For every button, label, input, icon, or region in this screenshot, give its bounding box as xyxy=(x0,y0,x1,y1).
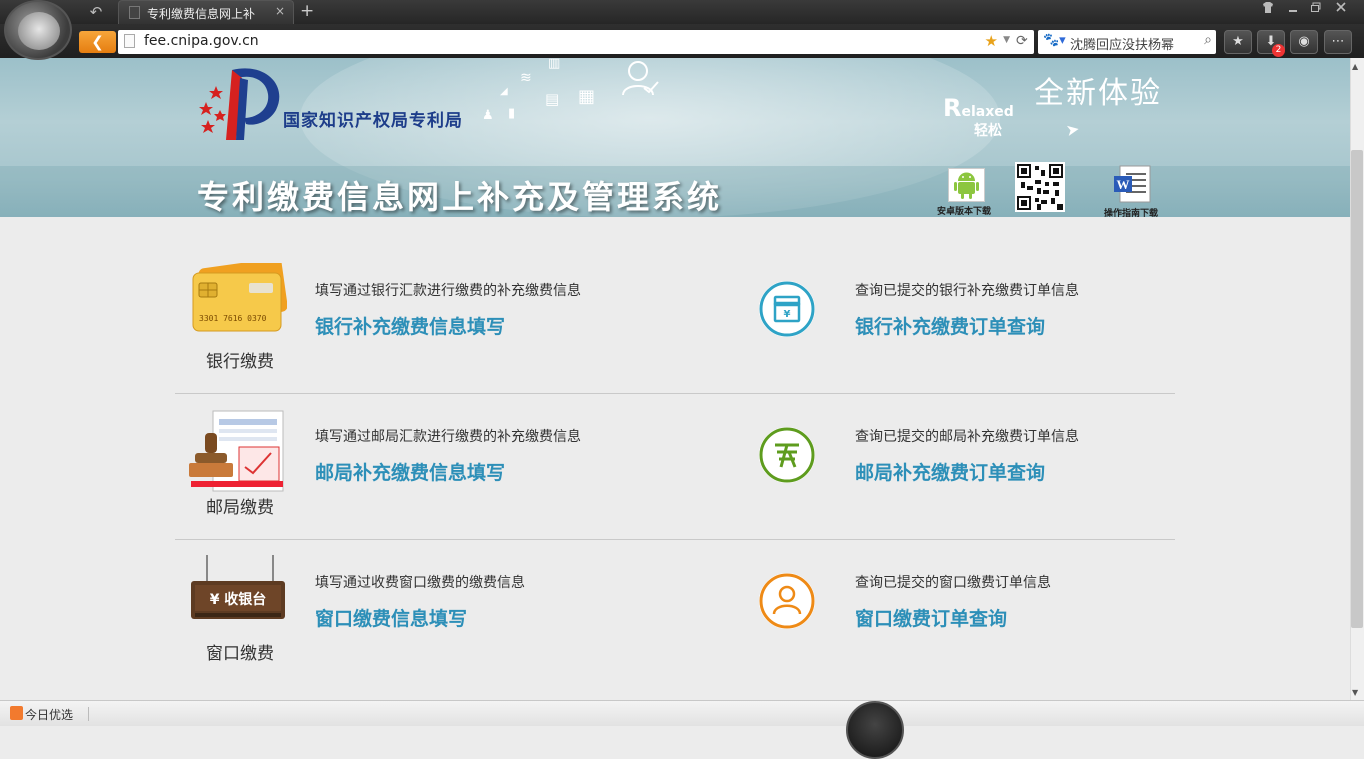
chevron-down-icon[interactable]: ▼ xyxy=(1003,35,1010,45)
minimize-icon[interactable] xyxy=(1288,2,1298,16)
post-query-description: 查询已提交的邮局补充缴费订单信息 xyxy=(855,429,1079,445)
android-icon xyxy=(954,172,979,199)
shirt-skin-icon[interactable] xyxy=(1262,2,1274,16)
post-query-link[interactable]: 邮局补充缴费订单查询 xyxy=(855,458,1045,485)
search-input[interactable]: 沈腾回应没扶杨幂 xyxy=(1070,34,1174,53)
android-download-label[interactable]: 安卓版本下载 xyxy=(937,204,991,217)
back-button[interactable]: ❮ xyxy=(79,31,116,53)
bank-fill-link[interactable]: 银行补充缴费信息填写 xyxy=(315,312,505,339)
cashier-sign-text: ¥ 收银台 xyxy=(210,591,267,608)
scrollbar-thumb[interactable] xyxy=(1351,150,1363,628)
tab-close-icon[interactable]: × xyxy=(275,4,285,18)
menu-more-icon[interactable]: ⋯ xyxy=(1324,30,1352,54)
favorites-star-button[interactable]: ★ xyxy=(1224,30,1252,54)
bank-fill-description: 填写通过银行汇款进行缴费的补充缴费信息 xyxy=(315,283,581,299)
device-icon: ▥ xyxy=(548,58,561,71)
tab-bar: ↶ 专利缴费信息网上补 × + xyxy=(0,0,1364,24)
word-document-icon[interactable]: W xyxy=(1112,164,1152,204)
status-divider xyxy=(88,707,89,721)
folder-icon: ▤ xyxy=(545,90,560,108)
browser-chrome: ↶ 专利缴费信息网上补 × + ❮ fee.cnipa.gov.cn ★ ▼ ⟳ xyxy=(0,0,1364,60)
qr-code xyxy=(1015,162,1065,212)
new-experience-slogan: 全新体验 xyxy=(1034,76,1162,111)
refresh-icon[interactable]: ⟳ xyxy=(1016,33,1028,49)
scroll-up-icon[interactable]: ▲ xyxy=(1352,62,1358,71)
scroll-down-icon[interactable]: ▼ xyxy=(1352,688,1358,697)
address-bar[interactable]: fee.cnipa.gov.cn ★ ▼ xyxy=(118,30,1034,54)
bank-query-icon[interactable]: ¥ xyxy=(759,281,815,337)
window-query-description: 查询已提交的窗口缴费订单信息 xyxy=(855,575,1051,591)
close-window-icon[interactable] xyxy=(1336,2,1346,16)
post-fill-description: 填写通过邮局汇款进行缴费的补充缴费信息 xyxy=(315,429,581,445)
paper-plane-small-icon: ◢ xyxy=(500,86,508,97)
page-favicon-icon xyxy=(129,6,140,19)
bank-payment-row: 3301 7616 0370 银行缴费 填写通过银行汇款进行缴费的补充缴费信息 … xyxy=(175,247,1175,393)
tab-title: 专利缴费信息网上补 xyxy=(147,7,256,21)
system-title: 专利缴费信息网上补充及管理系统 xyxy=(197,178,723,216)
search-icon[interactable]: ⌕ xyxy=(1204,32,1212,48)
user-check-icon xyxy=(622,61,659,96)
org-name: 国家知识产权局专利局 xyxy=(283,111,463,131)
cashier-sign-icon: ¥ 收银台 xyxy=(191,555,285,619)
undo-close-tab-button[interactable]: ↶ xyxy=(80,2,112,22)
download-count-badge: 2 xyxy=(1272,44,1285,57)
header-banner: 国家知识产权局专利局 ▥ ≋ ◢ ▤ ▦ ♟ ▮ 全新体验 Relaxed 轻松… xyxy=(0,58,1350,217)
gamepad-icon[interactable]: ◉ xyxy=(1290,30,1318,54)
bank-query-link[interactable]: 银行补充缴费订单查询 xyxy=(855,312,1045,339)
restore-icon[interactable] xyxy=(1311,2,1321,16)
window-payment-row: ¥ 收银台 窗口缴费 填写通过收费窗口缴费的缴费信息 窗口缴费信息填写 查询已提… xyxy=(175,539,1175,685)
search-engine-icon[interactable]: 🐾▾ xyxy=(1043,33,1066,48)
status-bar: 今日优选 xyxy=(0,700,1364,726)
window-payment-caption: 窗口缴费 xyxy=(206,644,274,664)
window-fill-description: 填写通过收费窗口缴费的缴费信息 xyxy=(315,575,525,591)
user-small-icon: ♟ xyxy=(482,108,494,123)
shopping-bag-icon[interactable] xyxy=(10,706,23,720)
today-picks-link[interactable]: 今日优选 xyxy=(25,706,73,723)
page-icon xyxy=(124,34,135,48)
window-fill-link[interactable]: 窗口缴费信息填写 xyxy=(315,604,467,631)
relaxed-slogan: Relaxed xyxy=(943,94,1014,122)
browser-logo[interactable] xyxy=(4,0,72,60)
search-box[interactable]: 🐾▾ 沈腾回应没扶杨幂 ⌕ xyxy=(1038,30,1216,54)
card-number-text: 3301 7616 0370 xyxy=(199,314,267,323)
tab-active[interactable]: 专利缴费信息网上补 × xyxy=(118,0,294,24)
svg-text:W: W xyxy=(1117,177,1130,192)
bank-payment-caption: 银行缴费 xyxy=(206,352,274,372)
bank-query-description: 查询已提交的银行补充缴费订单信息 xyxy=(855,283,1079,299)
document-icon: ▦ xyxy=(578,86,596,107)
paper-plane-icon: ➤ xyxy=(1064,118,1081,141)
navigation-bar: ❮ fee.cnipa.gov.cn ★ ▼ ⟳ 🐾▾ 沈腾回应没扶杨幂 ⌕ ★… xyxy=(0,24,1364,58)
file-small-icon: ▮ xyxy=(508,106,516,121)
guide-download-label[interactable]: 操作指南下载 xyxy=(1104,206,1158,217)
wifi-icon: ≋ xyxy=(520,70,532,86)
cnipa-logo xyxy=(199,68,280,140)
post-fill-link[interactable]: 邮局补充缴费信息填写 xyxy=(315,458,505,485)
window-query-link[interactable]: 窗口缴费订单查询 xyxy=(855,604,1007,631)
new-tab-button[interactable]: + xyxy=(300,1,314,21)
floating-assistant-ball[interactable] xyxy=(846,701,904,759)
post-stamp-document-icon xyxy=(189,410,284,492)
bookmark-star-icon[interactable]: ★ xyxy=(985,32,998,50)
post-payment-caption: 邮局缴费 xyxy=(206,498,274,518)
bank-card-icon: 3301 7616 0370 xyxy=(192,263,287,332)
relaxed-slogan-cn: 轻松 xyxy=(974,123,1002,139)
post-query-icon[interactable] xyxy=(759,427,815,483)
post-payment-row: 邮局缴费 填写通过邮局汇款进行缴费的补充缴费信息 邮局补充缴费信息填写 查询已提… xyxy=(175,393,1175,539)
svg-text:¥: ¥ xyxy=(784,309,791,320)
window-query-icon[interactable] xyxy=(759,573,815,629)
android-download-button[interactable] xyxy=(948,168,985,202)
url-text[interactable]: fee.cnipa.gov.cn xyxy=(144,33,259,49)
